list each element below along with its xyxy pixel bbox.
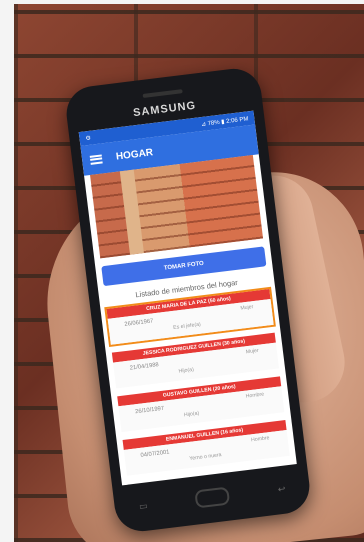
recent-apps-icon[interactable]: ▭: [138, 500, 148, 512]
member-birthdate: 26/10/1997: [134, 405, 165, 416]
member-relation: Hijo(a): [183, 410, 200, 419]
settings-icon: ⚙: [85, 135, 92, 142]
brick-wall-background: SAMSUNG ⚙ ⊿ 78% ▮ 2:06 PM HOGAR TOMAR FO…: [14, 4, 364, 542]
member-sex: Hombre: [245, 391, 265, 400]
member-birthdate: 26/06/1967: [124, 318, 154, 328]
member-birthdate: 21/04/1988: [129, 362, 160, 372]
phone-screen: ⚙ ⊿ 78% ▮ 2:06 PM HOGAR TOMAR FOTO Lista…: [78, 110, 297, 486]
member-sex: Mujer: [245, 347, 260, 356]
member-birthdate: 04/07/2001: [140, 449, 170, 459]
member-relation: Es el jefe(a): [172, 321, 202, 331]
hamburger-menu-icon[interactable]: [89, 153, 103, 165]
member-relation: Yerno o nuera: [189, 452, 222, 462]
photo-wooden-post: [119, 169, 144, 255]
members-list: CRUZ MARIA DE LA PAZ (50 años) 26/06/1967…: [101, 285, 296, 476]
home-button[interactable]: [194, 486, 231, 509]
app-title: HOGAR: [115, 146, 154, 163]
member-sex: Mujer: [240, 304, 254, 312]
member-sex: Hombre: [250, 435, 270, 444]
phone-speaker: [142, 89, 183, 98]
back-icon[interactable]: ↩: [277, 483, 286, 495]
member-relation: Hijo(a): [178, 366, 195, 375]
